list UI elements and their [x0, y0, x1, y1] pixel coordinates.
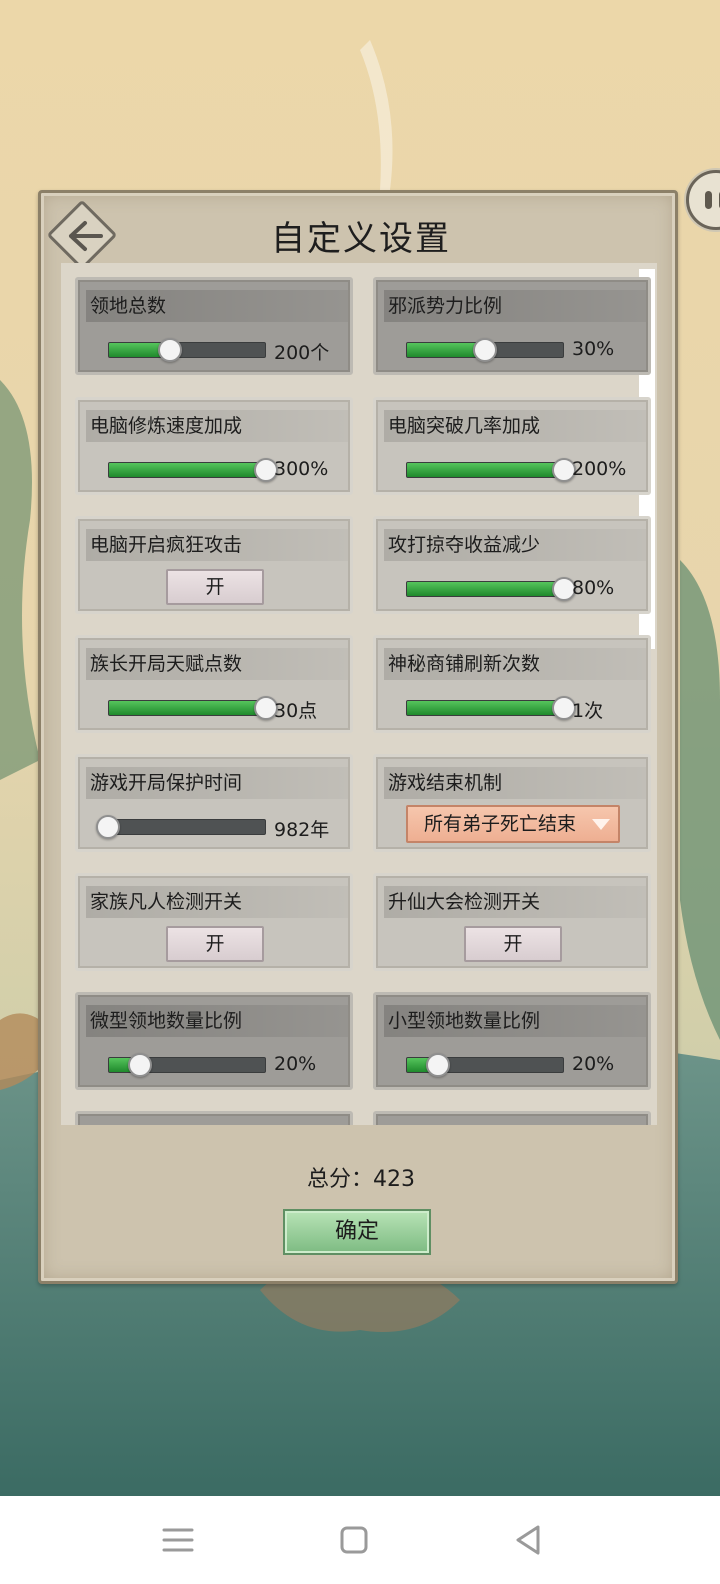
confirm-button[interactable]: 确定	[283, 1209, 431, 1255]
setting-slider[interactable]	[406, 458, 576, 482]
page-title: 自定义设置	[271, 219, 451, 259]
setting-slider[interactable]	[406, 577, 576, 601]
setting-slider[interactable]	[108, 338, 266, 362]
total-score: 总分：423	[307, 1167, 415, 1192]
setting-card: 电脑突破几率加成 200%	[373, 397, 651, 495]
setting-label: 神秘商铺刷新次数	[384, 648, 646, 680]
setting-card: 电脑开启疯狂攻击开	[75, 516, 353, 614]
setting-card: 升仙大会检测开关开	[373, 873, 651, 971]
setting-card: 攻打掠夺收益减少 80%	[373, 516, 651, 614]
setting-label: 攻打掠夺收益减少	[384, 529, 646, 561]
setting-value: 200%	[572, 458, 627, 480]
setting-label: 游戏结束机制	[384, 767, 646, 799]
setting-card: 领地总数 200个	[75, 277, 353, 375]
setting-label: 电脑突破几率加成	[384, 410, 646, 442]
setting-value: 1次	[572, 700, 604, 722]
setting-label: 领地总数	[86, 290, 348, 322]
setting-value: 200个	[274, 342, 330, 364]
setting-label: 邪派势力比例	[384, 290, 646, 322]
slider-handle[interactable]	[96, 815, 120, 839]
menu-icon[interactable]	[160, 1522, 196, 1558]
slider-track[interactable]	[108, 819, 266, 835]
slider-handle[interactable]	[128, 1053, 152, 1077]
setting-value: 20%	[572, 1053, 615, 1075]
robot-face-icon	[705, 191, 712, 209]
setting-card: 游戏结束机制所有弟子死亡结束	[373, 754, 651, 852]
setting-slider[interactable]	[406, 696, 576, 720]
slider-fill	[407, 463, 563, 477]
slider-fill	[109, 701, 265, 715]
setting-card: 邪派势力比例 30%	[373, 277, 651, 375]
setting-value: 20%	[274, 1053, 317, 1075]
toggle-button[interactable]: 开	[166, 569, 264, 605]
setting-slider[interactable]	[96, 815, 266, 839]
setting-value: 30点	[274, 700, 318, 722]
slider-handle[interactable]	[158, 338, 182, 362]
setting-card: 神秘商铺刷新次数 1次	[373, 635, 651, 733]
setting-card-partial	[373, 1111, 651, 1125]
setting-card: 游戏开局保护时间 982年	[75, 754, 353, 852]
setting-label: 族长开局天赋点数	[86, 648, 348, 680]
setting-slider[interactable]	[406, 1053, 564, 1077]
settings-scroll-list[interactable]: 领地总数 200个 邪派势力比例 30% 电脑修炼速度加成 300% 电脑突破几率加成 200…	[61, 263, 657, 1125]
dropdown-selected-value: 所有弟子死亡结束	[424, 813, 577, 835]
slider-fill	[407, 582, 563, 596]
setting-slider[interactable]	[406, 338, 564, 362]
setting-card: 家族凡人检测开关开	[75, 873, 353, 971]
setting-card: 电脑修炼速度加成 300%	[75, 397, 353, 495]
slider-fill	[407, 701, 563, 715]
setting-value: 30%	[572, 338, 615, 360]
slider-handle[interactable]	[426, 1053, 450, 1077]
setting-value: 300%	[274, 458, 329, 480]
setting-label: 升仙大会检测开关	[384, 886, 646, 918]
setting-card-partial	[75, 1111, 353, 1125]
setting-label: 电脑修炼速度加成	[86, 410, 348, 442]
setting-label: 小型领地数量比例	[384, 1005, 646, 1037]
setting-label: 电脑开启疯狂攻击	[86, 529, 348, 561]
setting-label: 微型领地数量比例	[86, 1005, 348, 1037]
back-triangle-icon[interactable]	[510, 1522, 546, 1558]
home-square-icon[interactable]	[336, 1522, 372, 1558]
setting-slider[interactable]	[108, 696, 278, 720]
setting-slider[interactable]	[108, 1053, 266, 1077]
slider-handle[interactable]	[473, 338, 497, 362]
setting-card: 族长开局天赋点数 30点	[75, 635, 353, 733]
custom-settings-panel: 自定义设置 领地总数 200个 邪派势力比例 30% 电脑修炼速度加成 300% 电脑突破几…	[38, 190, 678, 1284]
toggle-button[interactable]: 开	[464, 926, 562, 962]
chevron-down-icon	[592, 819, 610, 830]
setting-card: 小型领地数量比例 20%	[373, 992, 651, 1090]
setting-card: 微型领地数量比例 20%	[75, 992, 353, 1090]
system-nav-bar	[0, 1496, 720, 1584]
toggle-button[interactable]: 开	[166, 926, 264, 962]
slider-fill	[109, 463, 265, 477]
setting-slider[interactable]	[108, 458, 278, 482]
end-mode-dropdown[interactable]: 所有弟子死亡结束	[406, 805, 620, 843]
setting-value: 982年	[274, 819, 330, 841]
setting-label: 游戏开局保护时间	[86, 767, 348, 799]
setting-value: 80%	[572, 577, 615, 599]
setting-label: 家族凡人检测开关	[86, 886, 348, 918]
